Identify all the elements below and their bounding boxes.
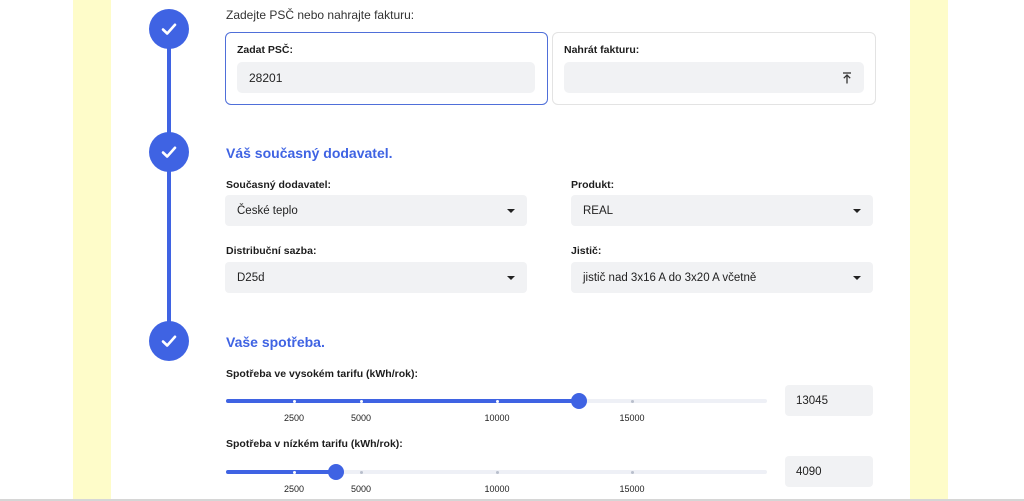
current-supplier-title: Váš současný dodavatel. — [226, 145, 393, 161]
low-tariff-tick — [359, 470, 363, 474]
product-select-value: REAL — [583, 204, 614, 217]
high-tariff-value: 13045 — [796, 394, 828, 407]
high-tariff-slider[interactable] — [226, 393, 767, 409]
consumption-title: Vaše spotřeba. — [226, 334, 325, 350]
high-tariff-tick — [630, 399, 634, 403]
supplier-select[interactable]: České teplo — [225, 195, 527, 226]
high-tariff-tick — [359, 399, 363, 403]
page-side-strip-right — [910, 0, 948, 501]
caret-down-icon — [853, 208, 861, 213]
invoice-upload-field[interactable] — [564, 62, 864, 93]
step-3-check — [149, 321, 189, 361]
high-tariff-slider-fill — [226, 399, 579, 403]
low-tariff-slider-handle[interactable] — [328, 464, 344, 480]
high-tariff-slider-handle[interactable] — [571, 393, 587, 409]
supplier-select-value: České teplo — [237, 204, 298, 217]
invoice-card[interactable]: Nahrát fakturu: — [552, 32, 876, 105]
zip-input[interactable]: 28201 — [237, 62, 535, 93]
zip-card[interactable]: Zadat PSČ: 28201 — [225, 32, 548, 105]
low-tariff-label: Spotřeba v nízkém tarifu (kWh/rok): — [226, 438, 403, 450]
tariff-select-value: D25d — [237, 271, 265, 284]
high-tariff-tick — [495, 399, 499, 403]
zip-label: Zadat PSČ: — [237, 44, 294, 56]
tariff-select[interactable]: D25d — [225, 262, 527, 293]
high-tariff-tick-label: 15000 — [619, 413, 645, 423]
breaker-select[interactable]: jistič nad 3x16 A do 3x20 A včetně — [571, 262, 873, 293]
high-tariff-tick-label: 2500 — [283, 413, 305, 423]
high-tariff-tick — [292, 399, 296, 403]
low-tariff-tick — [292, 470, 296, 474]
zip-or-invoice-hint: Zadejte PSČ nebo nahrajte fakturu: — [226, 8, 415, 22]
progress-timeline — [167, 30, 171, 340]
caret-down-icon — [853, 275, 861, 280]
invoice-label: Nahrát fakturu: — [564, 44, 640, 56]
low-tariff-value-input[interactable]: 4090 — [785, 456, 873, 487]
check-icon — [161, 146, 177, 158]
low-tariff-tick-label: 5000 — [350, 484, 372, 494]
check-icon — [161, 335, 177, 347]
step-2-check — [149, 132, 189, 172]
low-tariff-tick-label: 2500 — [283, 484, 305, 494]
page-side-strip-left — [73, 0, 111, 501]
caret-down-icon — [507, 208, 515, 213]
high-tariff-value-input[interactable]: 13045 — [785, 385, 873, 416]
product-label: Produkt: — [571, 179, 615, 191]
high-tariff-label: Spotřeba ve vysokém tarifu (kWh/rok): — [226, 368, 418, 380]
step-1-check — [149, 9, 189, 49]
low-tariff-value: 4090 — [796, 465, 822, 478]
product-select[interactable]: REAL — [571, 195, 873, 226]
breaker-select-value: jistič nad 3x16 A do 3x20 A včetně — [583, 271, 757, 284]
low-tariff-tick-label: 10000 — [484, 484, 510, 494]
high-tariff-tick-label: 5000 — [350, 413, 372, 423]
tariff-label: Distribuční sazba: — [226, 245, 317, 257]
upload-icon[interactable] — [840, 71, 854, 85]
low-tariff-tick — [495, 470, 499, 474]
low-tariff-tick — [630, 470, 634, 474]
low-tariff-tick-label: 15000 — [619, 484, 645, 494]
low-tariff-slider-fill — [226, 470, 336, 474]
zip-input-value: 28201 — [249, 70, 283, 85]
check-icon — [161, 23, 177, 35]
supplier-label: Současný dodavatel: — [226, 179, 332, 191]
high-tariff-tick-label: 10000 — [484, 413, 510, 423]
breaker-label: Jistič: — [571, 245, 602, 257]
caret-down-icon — [507, 275, 515, 280]
low-tariff-slider[interactable] — [226, 464, 767, 480]
